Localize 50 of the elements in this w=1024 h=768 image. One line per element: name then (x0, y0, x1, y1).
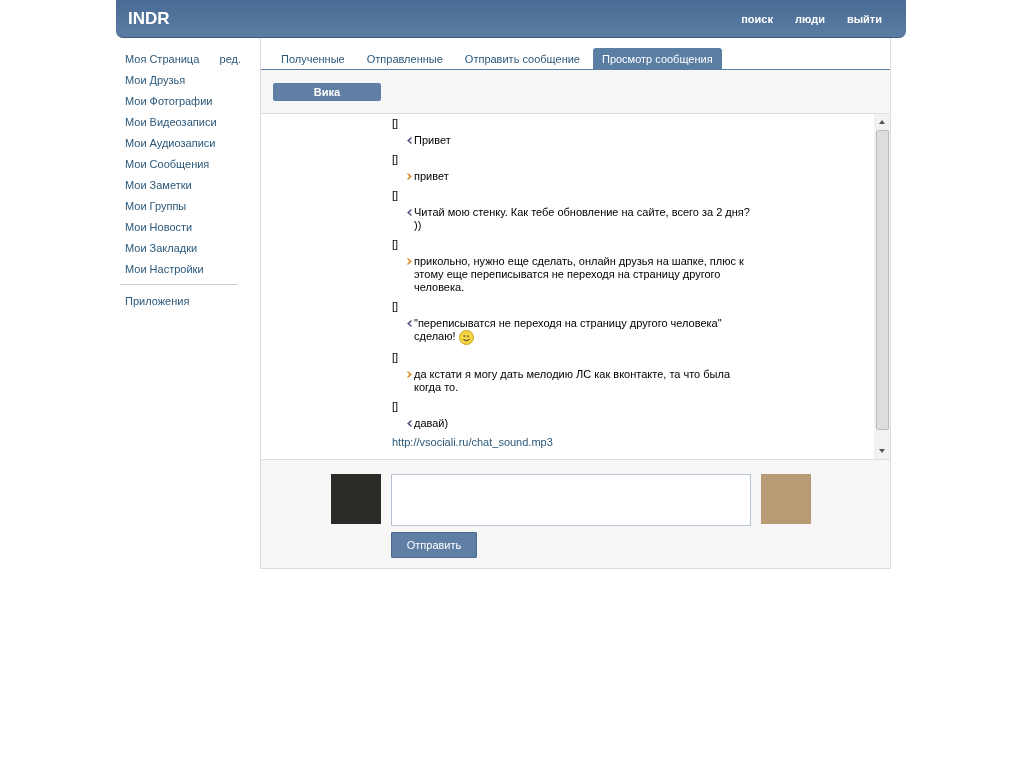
sidebar-link[interactable]: Мои Аудиозаписи (125, 136, 216, 149)
edit-link[interactable]: ред. (219, 52, 241, 65)
left-arrow-icon (407, 420, 412, 427)
sidebar-link[interactable]: Мои Закладки (125, 241, 198, 254)
sidebar-link[interactable]: Моя Страница (125, 52, 200, 65)
photo-placeholder (761, 474, 811, 524)
message-text: прикольно, нужно еще сделать, онлайн друзья на шапке, плюс к этому еще переписыватся не переходя на страницу другого человека. (414, 255, 745, 294)
scrollbar[interactable] (874, 114, 890, 459)
sidebar-link[interactable]: Мои Друзья (125, 73, 186, 86)
sidebar-link[interactable]: Мои Заметки (125, 178, 192, 191)
send-button[interactable]: Отправить (391, 532, 477, 558)
sidebar-link[interactable]: Мои Видеозаписи (125, 115, 217, 128)
sidebar-link[interactable]: Мои Группы (125, 199, 187, 212)
left-arrow-icon (407, 137, 412, 144)
sidebar-link[interactable]: Мои Настройки (125, 262, 204, 275)
message-text: привет (414, 170, 449, 183)
message-marker: [] (392, 351, 399, 363)
right-arrow-icon (407, 371, 412, 378)
tab[interactable]: Просмотр сообщения (592, 48, 722, 69)
message-text: давай) (414, 417, 449, 430)
contact-name-button[interactable]: Вика (273, 83, 381, 101)
message-text: "переписыватся не переходя на страницу другого человека" сделаю! (414, 317, 723, 345)
left-arrow-icon (407, 320, 412, 327)
header-link[interactable]: поиск (741, 12, 773, 25)
message-marker: [] (392, 117, 399, 129)
right-arrow-icon (407, 258, 412, 265)
message-marker: [] (392, 400, 399, 412)
message-marker: [] (392, 189, 399, 201)
site-logo[interactable]: INDR (128, 8, 170, 29)
header-link[interactable]: люди (794, 12, 825, 25)
tab[interactable]: Полученные (272, 48, 354, 69)
message-marker: [] (392, 300, 399, 312)
tab[interactable]: Отправить сообщение (455, 48, 589, 69)
sidebar-link[interactable]: Мои Новости (125, 220, 193, 233)
photo-placeholder (331, 474, 381, 524)
left-arrow-icon (407, 209, 412, 216)
sidebar-link[interactable]: Приложения (125, 294, 190, 307)
message-marker: [] (392, 153, 399, 165)
sidebar-link[interactable]: Мои Фотографии (125, 94, 213, 107)
header-link[interactable]: выйти (846, 12, 882, 25)
message-input-field[interactable] (391, 474, 751, 526)
message-text: да кстати я могу дать мелодию ЛС как вконтакте, та что была когда то. (414, 368, 732, 394)
audio-link[interactable]: http://vsociali.ru/chat_sound.mp3 (392, 435, 553, 449)
right-arrow-icon (407, 173, 412, 180)
message-text: Читай мою стенку. Как тебе обновление на сайте, всего за 2 дня? )) (414, 206, 751, 232)
sidebar-link[interactable]: Мои Сообщения (125, 157, 210, 170)
tab[interactable]: Отправленные (357, 48, 452, 69)
smiley-icon (458, 330, 474, 345)
message-marker: [] (392, 238, 399, 250)
message-text: Привет (414, 134, 451, 147)
